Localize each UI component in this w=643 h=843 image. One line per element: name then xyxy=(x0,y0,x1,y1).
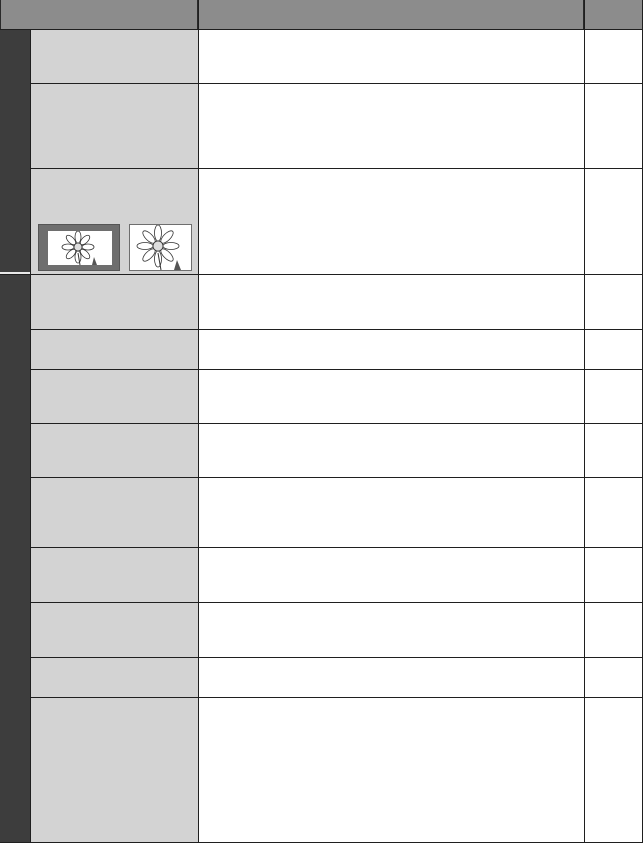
category-strip-2 xyxy=(0,274,30,843)
row-item-9 xyxy=(31,548,198,602)
row-item-6 xyxy=(31,370,198,423)
row-description-1 xyxy=(199,30,584,83)
grid-line xyxy=(30,329,643,330)
row-item-12 xyxy=(31,698,198,843)
grid-line xyxy=(30,168,643,169)
row-item-10 xyxy=(31,603,198,657)
grid-line xyxy=(30,602,643,603)
grid-line xyxy=(30,30,31,843)
grid-line xyxy=(30,477,643,478)
grid-line xyxy=(30,83,643,84)
row-page-1 xyxy=(585,30,643,83)
flower-thumbnail-framed-icon xyxy=(38,224,120,271)
row-item-8 xyxy=(31,478,198,547)
grid-line xyxy=(198,0,199,843)
grid-line xyxy=(30,697,643,698)
grid-line xyxy=(30,423,643,424)
flower-thumbnail-full-icon xyxy=(129,224,192,271)
grid-line xyxy=(30,657,643,658)
grid-line xyxy=(584,0,585,843)
row-item-1 xyxy=(31,30,198,83)
grid-line xyxy=(30,369,643,370)
header-item-column xyxy=(1,0,198,30)
row-item-5 xyxy=(31,330,198,369)
grid-line xyxy=(30,547,643,548)
row-item-7 xyxy=(31,424,198,477)
grid-line xyxy=(0,274,643,275)
grid-line xyxy=(0,29,643,30)
header-page-column xyxy=(585,0,643,30)
category-strip-1 xyxy=(0,30,30,274)
row-item-2 xyxy=(31,84,198,168)
header-description-column xyxy=(199,0,584,30)
row-item-11 xyxy=(31,658,198,697)
row-item-4 xyxy=(31,275,198,329)
